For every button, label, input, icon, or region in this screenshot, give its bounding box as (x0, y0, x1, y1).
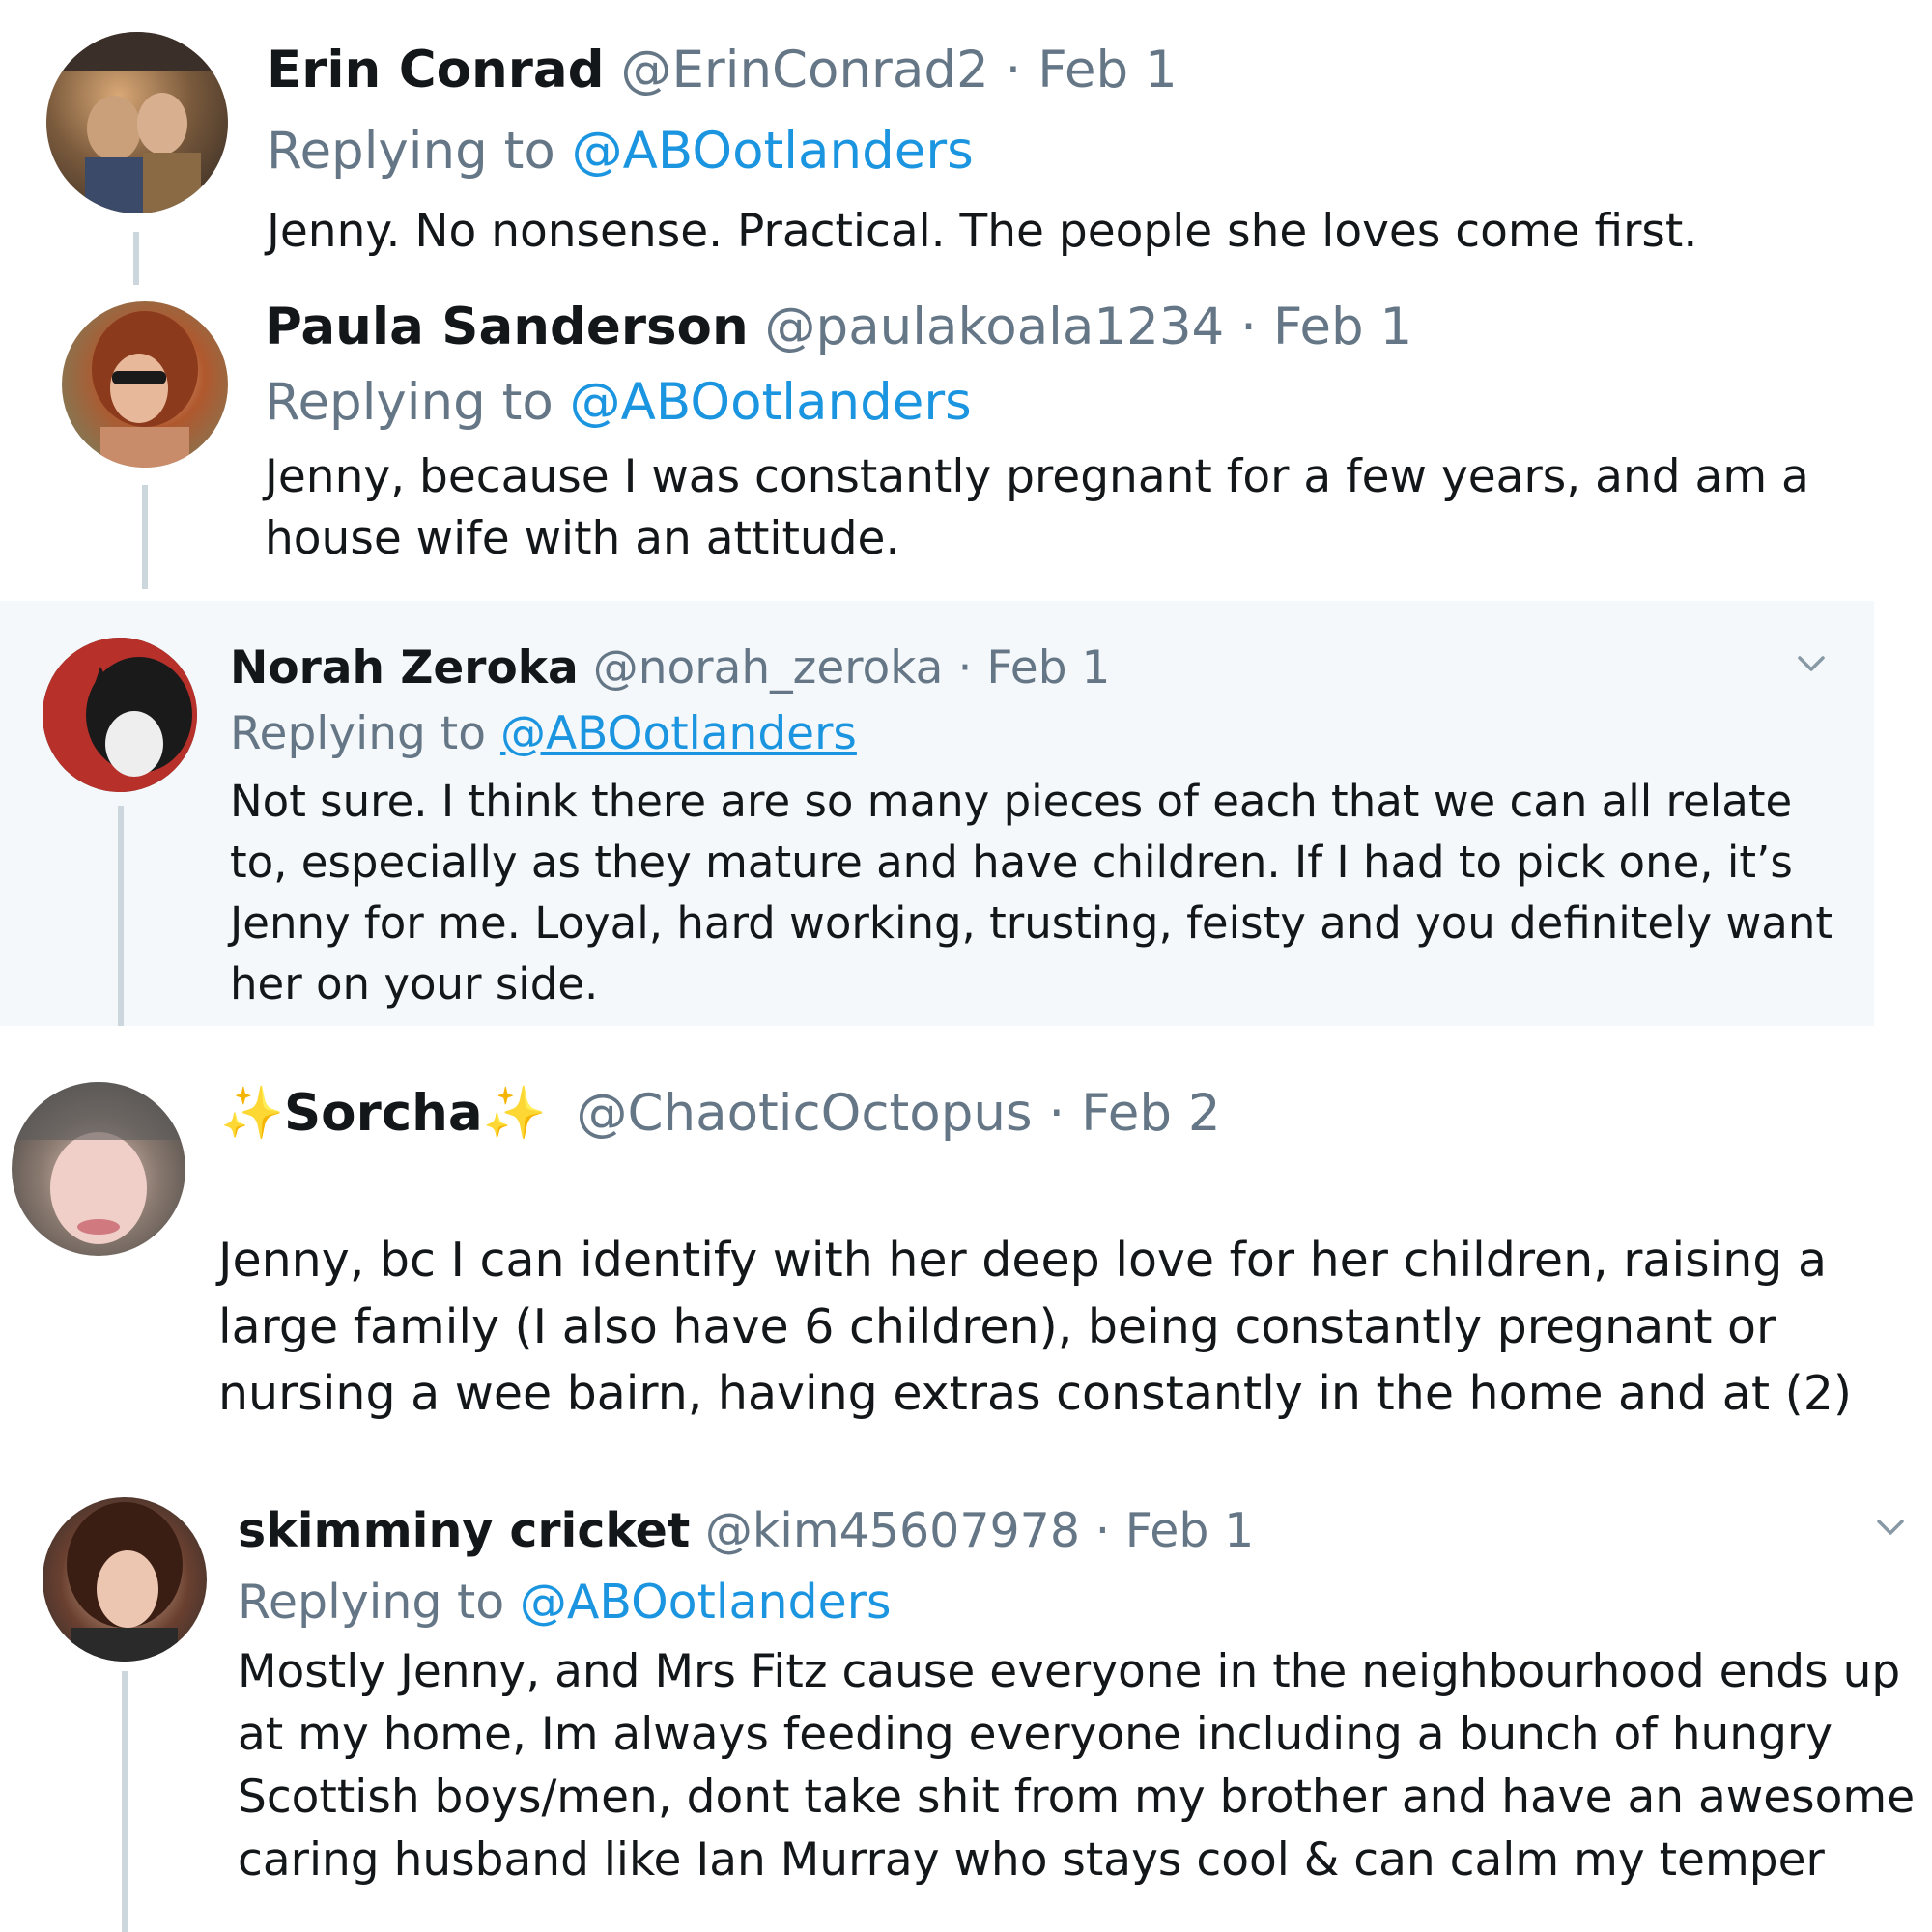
separator: · (1048, 1084, 1065, 1143)
replying-to: Replying to @ABOotlanders (230, 707, 857, 760)
tweet-skimminy-cricket[interactable]: skimminy cricket @kim45607978 · Feb 1 Re… (0, 1478, 1932, 1932)
handle[interactable]: @paulakoala1234 (765, 298, 1225, 356)
handle[interactable]: @ChaoticOctopus (577, 1084, 1033, 1143)
avatar-image (46, 32, 228, 213)
separator: · (957, 641, 973, 695)
tweet-header: Norah Zeroka @norah_zeroka · Feb 1 (230, 643, 1110, 694)
avatar-image (43, 638, 197, 792)
mention-link[interactable]: @ABOotlanders (500, 707, 857, 760)
tweet-text: Jenny, bc I can identify with her deep l… (218, 1233, 1853, 1421)
replying-to-label: Replying to (267, 122, 555, 181)
replying-to: Replying to @ABOotlanders (238, 1575, 891, 1630)
tweet-header: skimminy cricket @kim45607978 · Feb 1 (238, 1505, 1254, 1557)
timestamp[interactable]: Feb 1 (1125, 1503, 1255, 1558)
replying-to: Replying to @ABOotlanders (265, 373, 972, 432)
tweet-sorcha[interactable]: ✨Sorcha✨ @ChaoticOctopus · Feb 2 Jenny, … (0, 1063, 1932, 1449)
avatar-image (92, 311, 198, 468)
thread-line (118, 806, 124, 1026)
tweet-header: ✨Sorcha✨ @ChaoticOctopus · Feb 2 (220, 1084, 1221, 1143)
replying-to-label: Replying to (230, 707, 486, 760)
timestamp[interactable]: Feb 1 (986, 641, 1110, 695)
tweet-text: Mostly Jenny, and Mrs Fitz cause everyon… (238, 1645, 1916, 1887)
handle[interactable]: @ErinConrad2 (620, 41, 988, 99)
display-name[interactable]: Erin Conrad (267, 41, 605, 99)
avatar[interactable] (43, 1497, 207, 1662)
mention-link[interactable]: @ABOotlanders (570, 373, 972, 432)
separator: · (1005, 41, 1022, 99)
mention-link[interactable]: @ABOotlanders (572, 122, 974, 181)
thread-line (133, 232, 139, 285)
thread-line (122, 1671, 128, 1932)
chevron-down-icon[interactable] (1874, 1511, 1907, 1544)
replying-to-label: Replying to (238, 1575, 505, 1630)
avatar[interactable] (62, 301, 228, 468)
handle[interactable]: @norah_zeroka (593, 641, 944, 695)
timestamp[interactable]: Feb 1 (1037, 41, 1177, 99)
tweet-header: Erin Conrad @ErinConrad2 · Feb 1 (267, 41, 1178, 99)
avatar[interactable] (43, 638, 197, 792)
avatar[interactable] (46, 32, 228, 213)
sparkles-icon: ✨ (482, 1084, 547, 1143)
separator: · (1094, 1503, 1111, 1558)
tweet-paula-sanderson[interactable]: Paula Sanderson @paulakoala1234 · Feb 1 … (0, 280, 1932, 599)
handle[interactable]: @kim45607978 (705, 1503, 1080, 1558)
sparkles-icon: ✨ (220, 1084, 284, 1143)
timestamp[interactable]: Feb 1 (1273, 298, 1412, 356)
separator: · (1240, 298, 1257, 356)
avatar[interactable] (12, 1082, 185, 1256)
thread-line (142, 485, 148, 589)
tweet-text: Jenny. No nonsense. Practical. The peopl… (267, 205, 1698, 258)
display-name[interactable]: Norah Zeroka (230, 641, 579, 695)
tweet-header: Paula Sanderson @paulakoala1234 · Feb 1 (265, 298, 1412, 356)
display-name[interactable]: skimminy cricket (238, 1503, 690, 1558)
tweet-text: Not sure. I think there are so many piec… (230, 776, 1833, 1009)
display-name[interactable]: Sorcha (284, 1084, 483, 1143)
tweet-erin-conrad[interactable]: Erin Conrad @ErinConrad2 · Feb 1 Replyin… (0, 0, 1932, 285)
timestamp[interactable]: Feb 2 (1081, 1084, 1220, 1143)
replying-to-label: Replying to (265, 373, 554, 432)
avatar-image (12, 1082, 185, 1244)
tweet-text: Jenny, because I was constantly pregnant… (265, 450, 1809, 565)
chevron-down-icon[interactable] (1795, 647, 1828, 680)
display-name[interactable]: Paula Sanderson (265, 298, 749, 356)
tweet-norah-zeroka[interactable]: Norah Zeroka @norah_zeroka · Feb 1 Reply… (0, 601, 1874, 1026)
avatar-image (67, 1502, 183, 1662)
replying-to: Replying to @ABOotlanders (267, 122, 974, 181)
mention-link[interactable]: @ABOotlanders (520, 1575, 892, 1630)
